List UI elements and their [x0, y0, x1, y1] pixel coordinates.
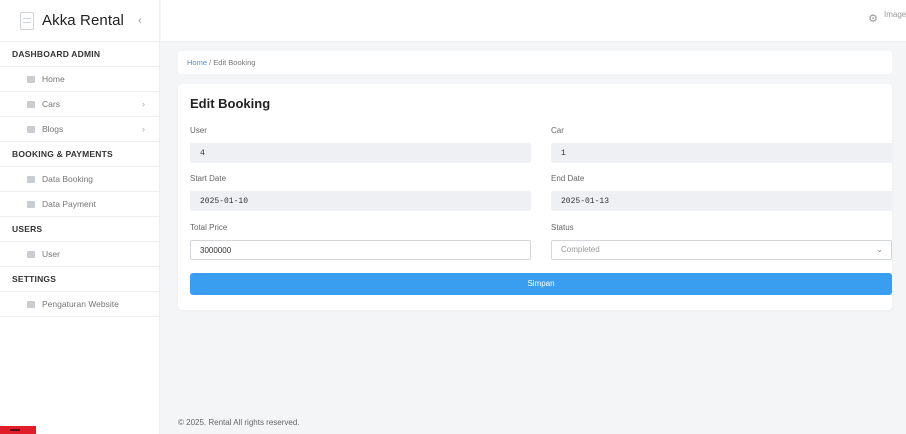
blog-icon: [27, 125, 35, 133]
end-date-field: End Date 2025-01-13: [551, 174, 892, 211]
sidebar: Akka Rental ‹ DASHBOARD ADMIN Home Cars …: [0, 0, 160, 434]
start-date-field: Start Date 2025-01-10: [190, 174, 531, 211]
car-input[interactable]: 1: [551, 143, 892, 163]
gear-icon[interactable]: ⚙: [868, 12, 878, 25]
total-price-input[interactable]: 3000000: [190, 240, 531, 260]
booking-icon: [27, 175, 35, 183]
sidebar-item-label: Pengaturan Website: [42, 299, 119, 309]
corner-badge: [0, 426, 36, 434]
section-booking-payments: BOOKING & PAYMENTS: [0, 142, 159, 167]
sidebar-item-cars[interactable]: Cars ›: [0, 92, 159, 117]
sidebar-item-user[interactable]: User: [0, 242, 159, 267]
sidebar-item-home[interactable]: Home: [0, 67, 159, 92]
total-price-field: Total Price 3000000: [190, 223, 531, 260]
sidebar-item-blogs[interactable]: Blogs ›: [0, 117, 159, 142]
chevron-right-icon: ›: [142, 124, 145, 134]
sidebar-item-label: Data Booking: [42, 174, 94, 184]
car-field: Car 1: [551, 126, 892, 163]
breadcrumb-home-link[interactable]: Home: [187, 58, 207, 67]
breadcrumb-separator: /: [209, 58, 212, 67]
end-date-input[interactable]: 2025-01-13: [551, 191, 892, 211]
start-date-label: Start Date: [190, 174, 227, 183]
avatar[interactable]: Image: [884, 10, 906, 19]
sidebar-item-label: Data Payment: [42, 199, 96, 209]
chevron-left-icon[interactable]: ‹: [138, 15, 142, 27]
car-icon: [27, 100, 35, 108]
footer-copyright: © 2025. Rental All rights reserved.: [178, 418, 300, 427]
sidebar-item-label: Blogs: [42, 124, 64, 134]
logo-icon: [20, 11, 34, 30]
status-select[interactable]: Completed ⌄: [551, 240, 892, 260]
end-date-label: End Date: [551, 174, 585, 183]
status-label: Status: [551, 223, 574, 232]
home-icon: [27, 75, 35, 83]
section-settings: SETTINGS: [0, 267, 159, 292]
brand-title: Akka Rental: [42, 12, 124, 29]
sidebar-item-website-settings[interactable]: Pengaturan Website: [0, 292, 159, 317]
breadcrumb: Home / Edit Booking: [178, 51, 892, 74]
payment-icon: [27, 200, 35, 208]
topbar: ⚙ Image: [161, 0, 906, 42]
sidebar-item-label: User: [42, 249, 60, 259]
chevron-down-icon: ⌄: [876, 245, 883, 254]
total-price-label: Total Price: [190, 223, 228, 232]
user-field: User 4: [190, 126, 531, 163]
user-icon: [27, 250, 35, 258]
edit-booking-card: Edit Booking User 4 Car 1 Start Date 202…: [178, 84, 892, 310]
status-select-value: Completed: [561, 245, 600, 254]
sidebar-item-data-payment[interactable]: Data Payment: [0, 192, 159, 217]
car-label: Car: [551, 126, 564, 135]
user-input[interactable]: 4: [190, 143, 531, 163]
section-dashboard-admin: DASHBOARD ADMIN: [0, 42, 159, 67]
user-label: User: [190, 126, 207, 135]
page-title: Edit Booking: [190, 96, 271, 111]
start-date-input[interactable]: 2025-01-10: [190, 191, 531, 211]
sidebar-item-data-booking[interactable]: Data Booking: [0, 167, 159, 192]
status-field: Status Completed ⌄: [551, 223, 892, 260]
save-button[interactable]: Simpan: [190, 273, 892, 295]
chevron-right-icon: ›: [142, 99, 145, 109]
breadcrumb-current: Edit Booking: [213, 58, 256, 67]
sidebar-item-label: Cars: [42, 99, 60, 109]
settings-icon: [27, 300, 35, 308]
section-users: USERS: [0, 217, 159, 242]
sidebar-item-label: Home: [42, 74, 65, 84]
brand: Akka Rental ‹: [0, 0, 159, 42]
